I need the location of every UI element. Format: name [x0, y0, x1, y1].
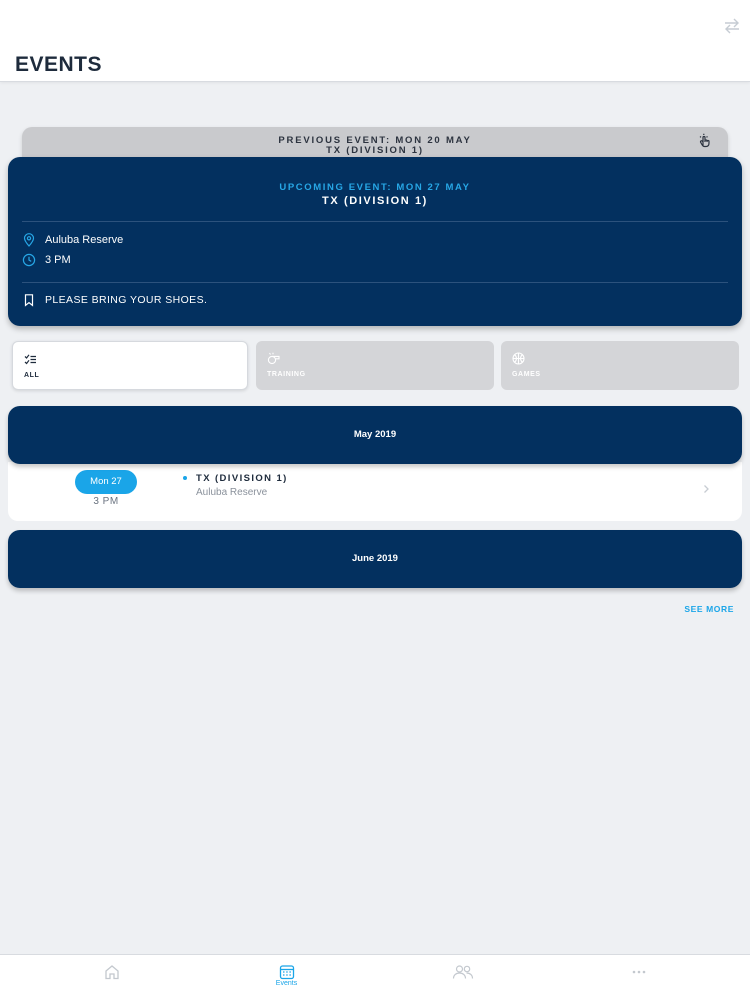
month-header-june-2019[interactable]: June 2019	[8, 530, 742, 588]
event-date-badge: Mon 27	[75, 470, 137, 494]
chevron-right-icon	[704, 485, 709, 493]
filter-all[interactable]: ALL	[12, 341, 248, 390]
upcoming-event-note-row: PLEASE BRING YOUR SHOES.	[22, 293, 207, 307]
upcoming-event-card[interactable]: UPCOMING EVENT: MON 27 MAY TX (DIVISION …	[8, 157, 742, 326]
calendar-icon	[279, 965, 294, 980]
page-title: EVENTS	[15, 53, 103, 76]
checklist-icon	[24, 354, 36, 365]
upcoming-event-label: UPCOMING EVENT: MON 27 MAY	[279, 182, 471, 193]
divider	[22, 282, 728, 283]
filter-games-label: GAMES	[512, 371, 541, 378]
tap-hand-icon[interactable]	[696, 132, 714, 150]
tab-people[interactable]	[369, 955, 556, 1000]
filter-games[interactable]: GAMES	[501, 341, 739, 390]
tab-home[interactable]	[18, 955, 205, 1000]
top-header: EVENTS	[0, 0, 750, 82]
tab-more[interactable]	[545, 955, 732, 1000]
event-row[interactable]: Mon 27 3 PM TX (DIVISION 1) Auluba Reser…	[8, 462, 742, 521]
home-icon	[104, 965, 119, 980]
previous-event-title: TX (DIVISION 1)	[326, 145, 424, 156]
people-icon	[452, 965, 473, 979]
upcoming-event-location-row: Auluba Reserve	[22, 233, 123, 247]
month-header-may-2019[interactable]: May 2019	[8, 406, 742, 464]
upcoming-event-title: TX (DIVISION 1)	[322, 195, 428, 207]
clock-icon	[22, 253, 36, 267]
swap-arrows-icon[interactable]	[722, 16, 742, 36]
tab-events[interactable]: Events	[193, 955, 380, 1000]
event-title: TX (DIVISION 1)	[196, 473, 288, 484]
see-more-link[interactable]: SEE MORE	[684, 604, 734, 614]
divider	[22, 221, 728, 222]
bookmark-icon	[24, 294, 34, 307]
upcoming-event-time-row: 3 PM	[22, 253, 71, 267]
event-venue: Auluba Reserve	[196, 487, 268, 498]
tab-events-label: Events	[275, 980, 298, 987]
event-time: 3 PM	[93, 496, 119, 507]
filter-training[interactable]: TRAINING	[256, 341, 494, 390]
filter-training-label: TRAINING	[267, 371, 306, 378]
upcoming-event-note: PLEASE BRING YOUR SHOES.	[45, 294, 208, 306]
bottom-tab-bar: Events	[0, 954, 750, 1000]
location-pin-icon	[23, 233, 35, 247]
upcoming-event-location: Auluba Reserve	[45, 234, 124, 246]
filter-all-label: ALL	[24, 372, 40, 379]
upcoming-event-time: 3 PM	[45, 254, 71, 266]
more-dots-icon	[632, 970, 645, 974]
event-bullet	[183, 476, 187, 480]
ball-icon	[512, 352, 525, 365]
whistle-icon	[267, 352, 280, 365]
